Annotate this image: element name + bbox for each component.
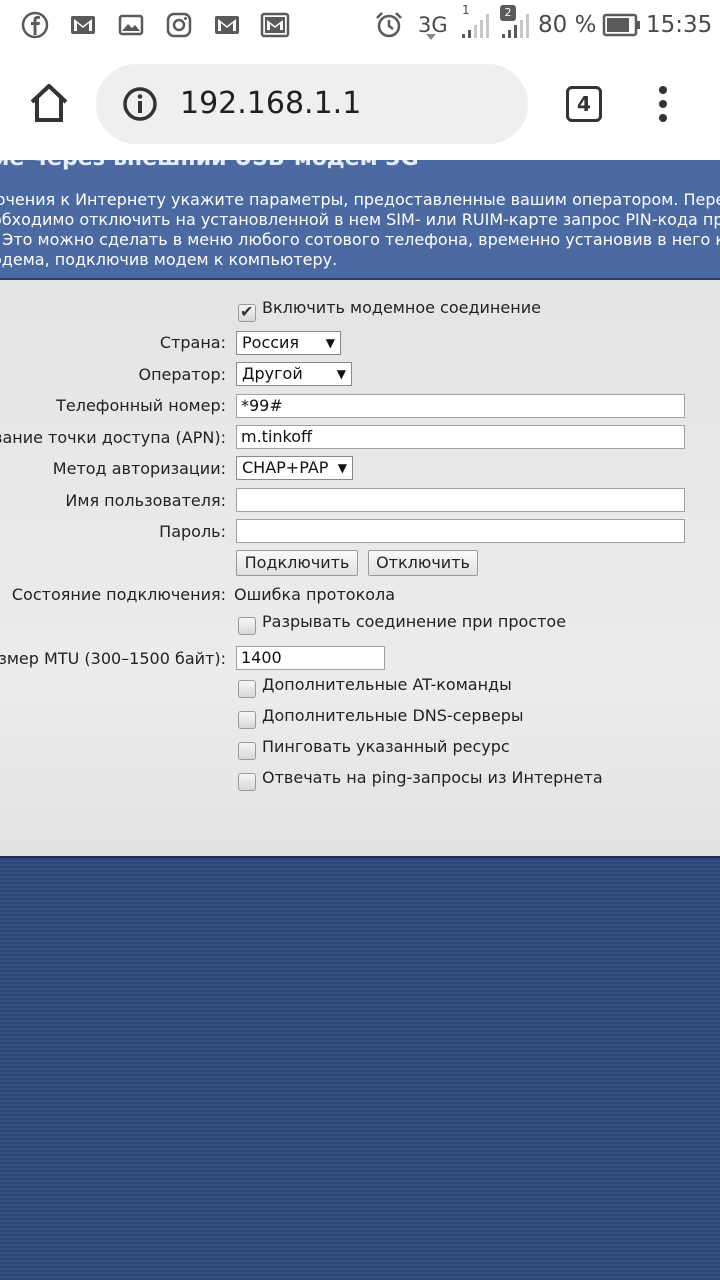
ping-reply-checkbox[interactable]	[238, 773, 256, 791]
dns-servers-checkbox[interactable]	[238, 711, 256, 729]
ping-resource-label: Пинговать указанный ресурс	[262, 737, 510, 756]
sim1-badge: 1	[462, 3, 470, 17]
operator-value: Другой	[242, 364, 303, 383]
banner-line: . Это можно сделать в меню любого сотово…	[0, 230, 720, 249]
username-input[interactable]	[236, 488, 685, 512]
operator-select[interactable]: Другой ▼	[236, 362, 352, 386]
gallery-icon	[118, 14, 144, 36]
gmail-outline-icon	[260, 12, 290, 38]
auth-method-label: Метод авторизации:	[52, 459, 226, 478]
apn-input[interactable]: m.tinkoff	[236, 425, 685, 449]
battery-percent: 80 %	[538, 12, 597, 38]
data-activity-icon	[426, 34, 436, 40]
home-icon[interactable]	[26, 80, 72, 126]
dropdown-arrow-icon: ▼	[325, 336, 335, 350]
username-label: Имя пользователя:	[65, 491, 226, 510]
at-commands-label: Дополнительные AT-команды	[262, 675, 512, 694]
banner-description: ючения к Интернету укажите параметры, пр…	[0, 190, 720, 270]
sim2-badge: 2	[500, 5, 516, 21]
auth-method-select[interactable]: CHAP+PAP ▼	[236, 456, 353, 480]
section-title: ие через внешний USB-модем 3G	[0, 160, 419, 171]
phone-input[interactable]: *99#	[236, 394, 685, 418]
info-icon[interactable]	[122, 86, 158, 122]
idle-disconnect-checkbox[interactable]	[238, 617, 256, 635]
tabs-count-button[interactable]: 4	[566, 86, 602, 122]
gmail-icon	[71, 16, 95, 34]
info-banner: ие через внешний USB-модем 3G ючения к И…	[0, 160, 720, 280]
banner-line: одема, подключив модем к компьютеру.	[0, 250, 338, 269]
password-input[interactable]	[236, 519, 685, 543]
banner-line: ючения к Интернету укажите параметры, пр…	[0, 190, 720, 209]
country-select[interactable]: Россия ▼	[236, 331, 341, 355]
password-label: Пароль:	[159, 522, 226, 541]
connection-status-value: Ошибка протокола	[234, 585, 396, 604]
phone-label: Телефонный номер:	[56, 396, 226, 415]
modem-settings-form: ✔ Включить модемное соединение Страна: Р…	[0, 280, 720, 858]
dropdown-arrow-icon: ▼	[337, 461, 347, 475]
ping-resource-checkbox[interactable]	[238, 742, 256, 760]
status-bar: 3G 1 2 80 % 15:35	[0, 0, 720, 50]
mtu-input[interactable]: 1400	[236, 646, 385, 670]
dropdown-arrow-icon: ▼	[336, 367, 346, 381]
alarm-icon	[376, 12, 402, 38]
country-value: Россия	[242, 333, 300, 352]
instagram-icon	[166, 12, 192, 38]
more-menu-button[interactable]	[652, 84, 676, 124]
idle-disconnect-label: Разрывать соединение при простое	[262, 612, 567, 631]
ping-reply-label: Отвечать на ping-запросы из Интернета	[262, 768, 603, 787]
enable-modem-checkbox[interactable]: ✔	[238, 302, 256, 322]
browser-toolbar: 192.168.1.1 4	[0, 50, 720, 160]
address-bar[interactable]: 192.168.1.1	[96, 64, 528, 144]
checkmark-icon: ✔	[240, 302, 254, 321]
clock: 15:35	[646, 12, 713, 38]
mtu-label: азмер MTU (300–1500 байт):	[0, 649, 226, 668]
disconnect-button[interactable]: Отключить	[368, 550, 478, 576]
gmail-icon	[215, 16, 239, 34]
at-commands-checkbox[interactable]	[238, 680, 256, 698]
apn-label: вание точки доступа (APN):	[0, 428, 226, 447]
router-page: ие через внешний USB-модем 3G ючения к И…	[0, 160, 720, 1280]
operator-label: Оператор:	[138, 365, 226, 384]
connection-status-label: Состояние подключения:	[11, 585, 226, 604]
url-text[interactable]: 192.168.1.1	[180, 84, 361, 124]
auth-method-value: CHAP+PAP	[242, 458, 329, 477]
enable-modem-label: Включить модемное соединение	[262, 298, 541, 317]
country-label: Страна:	[159, 333, 226, 352]
battery-icon	[602, 13, 640, 37]
facebook-icon	[21, 11, 49, 39]
banner-line: обходимо отключить на установленной в не…	[0, 210, 720, 229]
connect-button[interactable]: Подключить	[236, 550, 358, 576]
dns-servers-label: Дополнительные DNS-серверы	[262, 706, 524, 725]
